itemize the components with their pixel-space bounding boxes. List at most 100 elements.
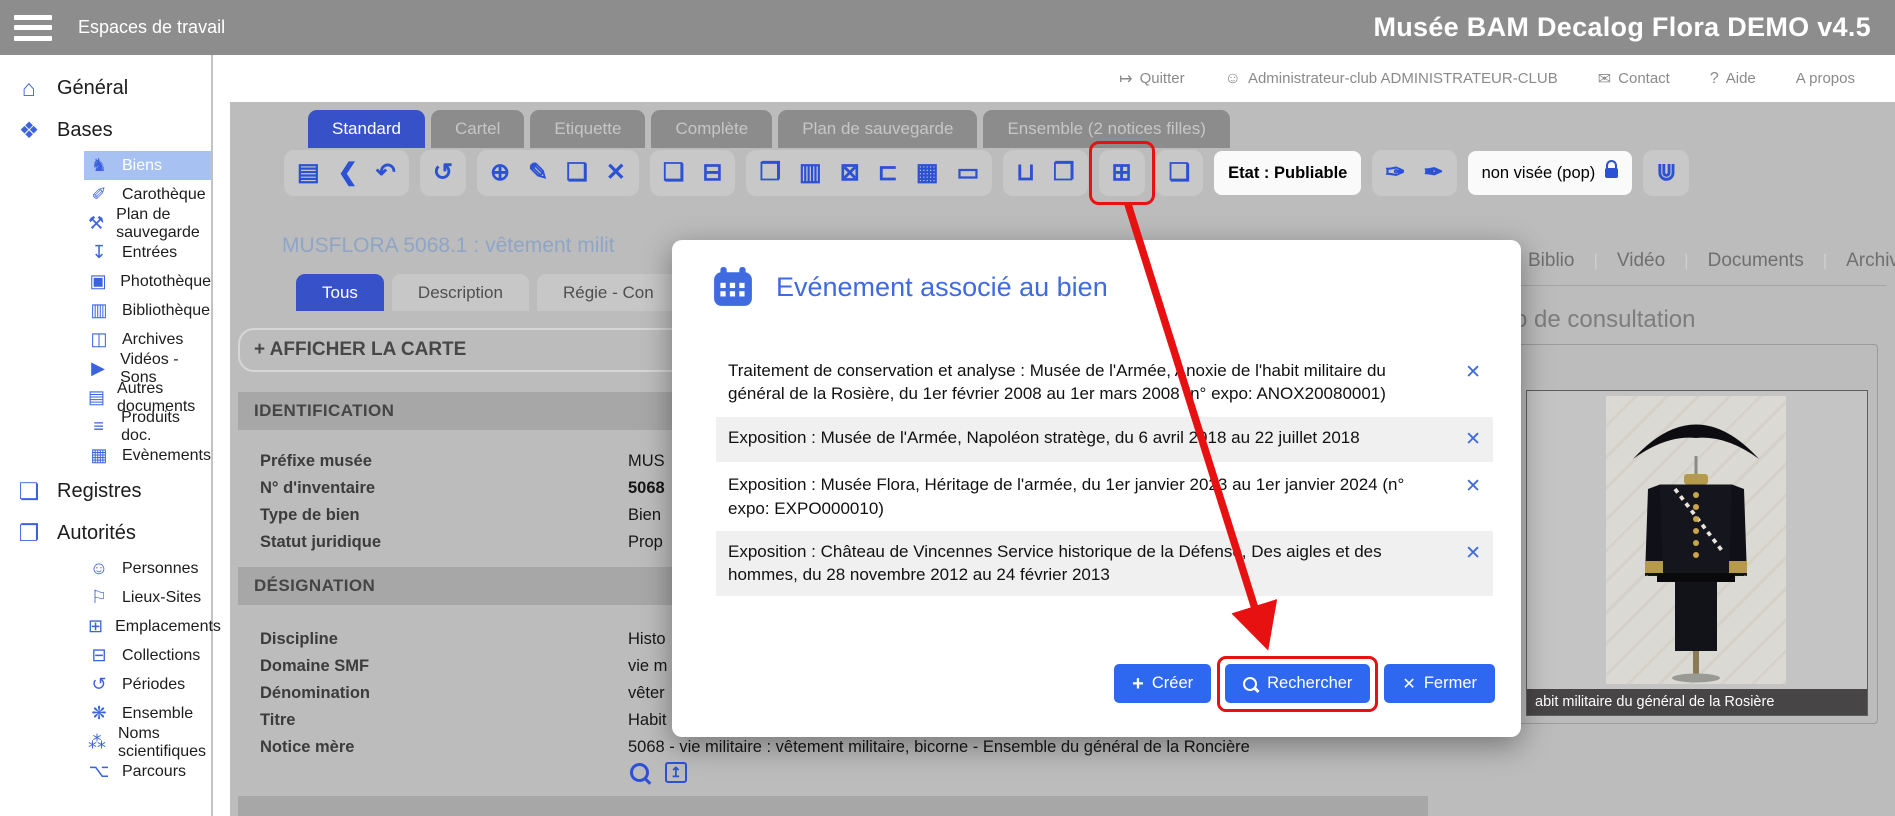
field-label: Statut juridique [260, 533, 381, 552]
note-button[interactable]: ❏ [1156, 150, 1204, 196]
photo-consultation-image[interactable] [1606, 396, 1786, 684]
duplicate-icon[interactable]: ❏ [566, 161, 588, 185]
toolbar: ▤ ❮ ↶ ↺ ⊕ ✎ ❏ ✕ ❑ ⊟ ❒ ▥ ⊠ ⊏ ▦ [284, 150, 1689, 196]
sidebar-item-biens[interactable]: ♞Biens [84, 151, 211, 180]
tab-plan-sauvegarde[interactable]: Plan de sauvegarde [778, 110, 977, 148]
attach-document-icon[interactable]: ❒ [759, 161, 781, 185]
toolbox-icon[interactable]: ⊔ [1016, 161, 1035, 185]
modal-buttons: +Créer Rechercher ✕Fermer [1114, 664, 1495, 703]
workspace-label[interactable]: Espaces de travail [78, 17, 225, 38]
sidebar-item-general[interactable]: ⌂Général [0, 67, 211, 109]
history-icon[interactable]: ↺ [433, 161, 453, 185]
tab-standard[interactable]: Standard [308, 110, 425, 148]
calendar-event-button[interactable]: ⊞ [1099, 150, 1145, 196]
tab-tous[interactable]: Tous [296, 274, 384, 311]
user-icon: ☺ [1225, 70, 1241, 88]
create-button[interactable]: +Créer [1114, 664, 1211, 703]
tab-regie[interactable]: Régie - Con [537, 274, 680, 311]
open-record-icon[interactable]: ↥ [665, 762, 687, 783]
sidebar-item-evenements[interactable]: ▦Evènements [84, 441, 211, 470]
sidebar-item-collections[interactable]: ⊟Collections [84, 641, 211, 670]
basket-icon[interactable]: ⋓ [1656, 161, 1676, 185]
sidebar-item-bibliotheque[interactable]: ▥Bibliothèque [84, 296, 211, 325]
add-record-icon[interactable]: ⊕ [490, 161, 510, 185]
tab-complete[interactable]: Complète [651, 110, 772, 148]
tab-cartel[interactable]: Cartel [431, 110, 524, 148]
sidebar-item-entrees[interactable]: ↧Entrées [84, 238, 211, 267]
export-page-icon[interactable]: ❑ [663, 161, 685, 185]
quit-link[interactable]: ↦Quitter [1119, 69, 1184, 89]
event-text: Exposition : Musée Flora, Héritage de l'… [728, 473, 1465, 520]
people-icon: ☺ [88, 558, 110, 579]
calculator-icon[interactable]: ▦ [916, 161, 939, 185]
form-edit-icon[interactable]: ▥ [799, 161, 822, 185]
tab-description[interactable]: Description [392, 274, 529, 311]
basket-button[interactable]: ⋓ [1643, 150, 1689, 196]
sidebar-item-lieux-sites[interactable]: ⚐Lieux-Sites [84, 583, 211, 612]
field-value: 5068 [628, 479, 665, 498]
tab-archives[interactable]: Archives [1846, 250, 1895, 272]
previous-icon[interactable]: ❮ [338, 161, 358, 185]
tab-biblio[interactable]: Biblio [1528, 250, 1574, 272]
photo-icon: ▣ [88, 271, 108, 292]
stamp-alt-icon[interactable]: ✒ [1423, 161, 1443, 185]
drawer-icon: ⊟ [88, 645, 110, 666]
field-label: Domaine SMF [260, 657, 369, 676]
edit-icon[interactable]: ✎ [528, 161, 548, 185]
sidebar-item-parcours[interactable]: ⌥Parcours [84, 757, 211, 786]
sidebar-item-produits-doc[interactable]: ≡Produits doc. [84, 412, 211, 441]
sidebar-item-registres[interactable]: ❏Registres [0, 470, 211, 512]
logout-icon: ↦ [1119, 69, 1132, 89]
sidebar-item-plan-sauvegarde[interactable]: ⚒Plan de sauvegarde [84, 209, 211, 238]
sidebar-item-label: Noms scientifiques [118, 725, 211, 761]
tab-documents[interactable]: Documents [1708, 250, 1804, 272]
tab-ensemble-notices[interactable]: Ensemble (2 notices filles) [983, 110, 1229, 148]
remove-event-icon[interactable]: ✕ [1465, 473, 1481, 500]
stamp-icon[interactable]: ✑ [1385, 161, 1405, 185]
contact-link[interactable]: ✉Contact [1598, 69, 1670, 89]
list-search-icon[interactable]: ▤ [297, 161, 320, 185]
sidebar-item-noms-scientifiques[interactable]: ⁂Noms scientifiques [84, 728, 211, 757]
sidebar-item-label: Registres [57, 480, 141, 503]
sidebar-item-label: Personnes [122, 560, 199, 578]
tab-video[interactable]: Vidéo [1617, 250, 1665, 272]
archive-box-icon: ◫ [88, 329, 110, 350]
modal-search-button[interactable]: Rechercher [1225, 664, 1370, 703]
sidebar-item-periodes[interactable]: ↺Périodes [84, 670, 211, 699]
sidebar-item-label: Plan de sauvegarde [116, 206, 211, 242]
tab-separator: | [1593, 251, 1597, 271]
help-link[interactable]: ?Aide [1710, 70, 1756, 88]
toolbar-group-actions: ❒ ▥ ⊠ ⊏ ▦ ▭ [746, 150, 992, 196]
about-link[interactable]: A propos [1796, 70, 1855, 87]
sidebar-item-label: Produits doc. [121, 409, 211, 445]
hamburger-menu-icon[interactable] [14, 15, 52, 41]
uniform-illustration [1606, 396, 1786, 684]
status-badge: Etat : Publiable [1214, 151, 1361, 195]
note-icon[interactable]: ❏ [1169, 161, 1191, 185]
delete-icon[interactable]: ✕ [606, 161, 626, 185]
calendar-plus-icon[interactable]: ⊞ [1112, 161, 1132, 185]
tab-etiquette[interactable]: Etiquette [530, 110, 645, 148]
move-folder-icon[interactable]: ⊏ [878, 161, 898, 185]
sidebar-item-bases[interactable]: ❖Bases [0, 109, 211, 151]
sidebar-item-autorites[interactable]: ❐Autorités [0, 512, 211, 554]
remove-event-icon[interactable]: ✕ [1465, 426, 1481, 453]
sidebar-item-label: Général [57, 77, 128, 100]
sidebar-item-emplacements[interactable]: ⊞Emplacements [84, 612, 211, 641]
sidebar-item-phototheque[interactable]: ▣Photothèque [84, 267, 211, 296]
open-book-icon: ❐ [16, 520, 42, 547]
field-label: N° d'inventaire [260, 479, 375, 498]
sidebar-item-personnes[interactable]: ☺ Personnes [84, 554, 211, 583]
remove-event-icon[interactable]: ✕ [1465, 540, 1481, 567]
event-row: Exposition : Château de Vincennes Servic… [716, 531, 1493, 596]
card-add-icon[interactable]: ▭ [957, 161, 980, 185]
close-button[interactable]: ✕Fermer [1384, 664, 1495, 703]
undo-icon[interactable]: ↶ [376, 161, 396, 185]
remove-event-icon[interactable]: ✕ [1465, 359, 1481, 386]
print-icon[interactable]: ⊟ [702, 161, 722, 185]
package-icon[interactable]: ⊠ [840, 161, 860, 185]
book-icon[interactable]: ❐ [1053, 161, 1075, 185]
user-account-link[interactable]: ☺Administrateur-club ADMINISTRATEUR-CLUB [1225, 70, 1558, 88]
sidebar-item-label: Entrées [122, 244, 177, 262]
search-icon[interactable] [630, 763, 649, 782]
